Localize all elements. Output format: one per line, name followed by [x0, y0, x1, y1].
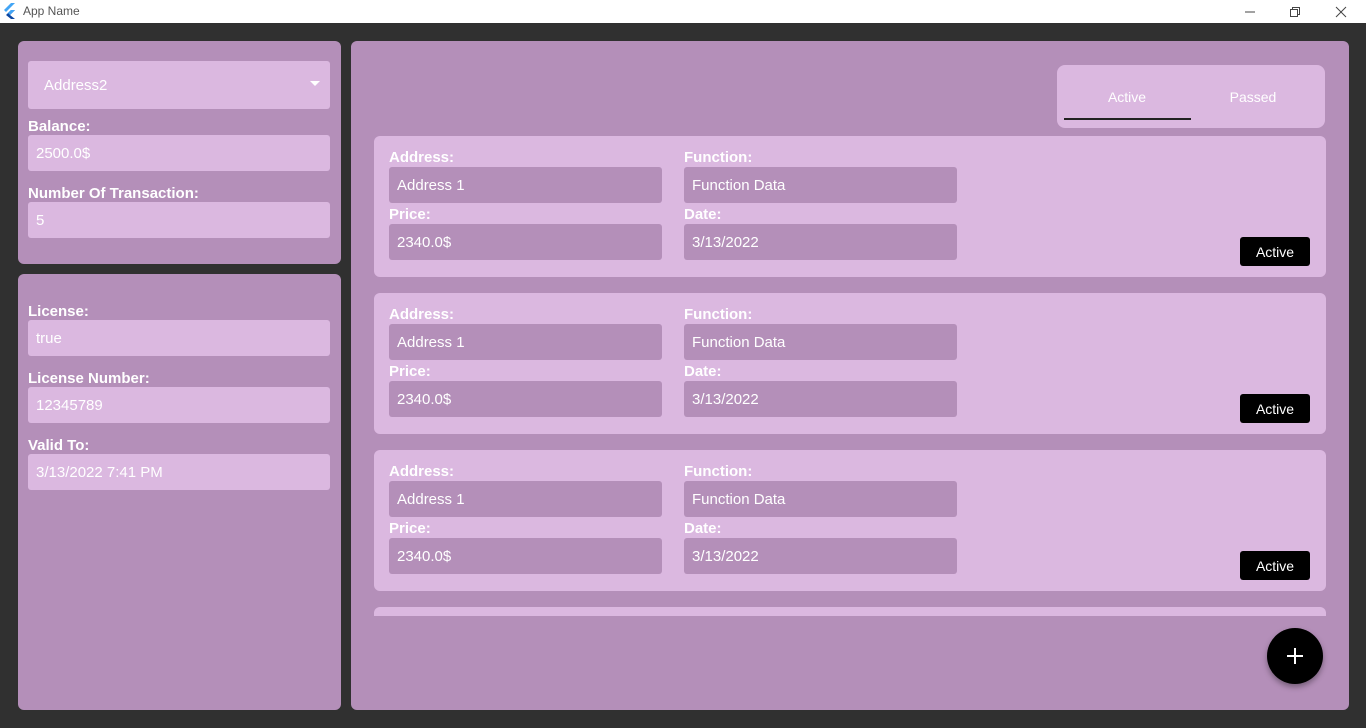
function-value: Function Data — [692, 177, 786, 194]
date-label: Date: — [684, 363, 722, 380]
date-field: 3/13/2022 — [684, 538, 957, 574]
valid-to-value: 3/13/2022 7:41 PM — [36, 464, 163, 481]
date-value: 3/13/2022 — [692, 234, 759, 251]
address-field: Address 1 — [389, 324, 662, 360]
restore-icon — [1290, 6, 1300, 17]
function-label: Function: — [684, 463, 753, 480]
license-value: true — [36, 330, 62, 347]
license-number-label: License Number: — [28, 370, 150, 387]
transaction-card: Address: Address 1 Function: Function Da… — [374, 136, 1326, 277]
license-field: true — [28, 320, 330, 356]
function-field: Function Data — [684, 167, 957, 203]
transaction-card — [374, 607, 1326, 616]
function-label: Function: — [684, 306, 753, 323]
date-field: 3/13/2022 — [684, 381, 957, 417]
price-value: 2340.0$ — [397, 234, 452, 251]
tab-indicator — [1064, 118, 1191, 120]
date-value: 3/13/2022 — [692, 391, 759, 408]
tab-bar: Active Passed — [1057, 65, 1325, 128]
price-label: Price: — [389, 520, 431, 537]
address-label: Address: — [389, 306, 455, 323]
license-number-field: 12345789 — [28, 387, 330, 423]
license-label: License: — [28, 303, 89, 320]
date-field: 3/13/2022 — [684, 224, 957, 260]
price-field: 2340.0$ — [389, 224, 662, 260]
date-label: Date: — [684, 206, 722, 223]
flutter-logo-icon — [3, 3, 17, 19]
balance-value: 2500.0$ — [36, 145, 91, 162]
window-title: App Name — [23, 4, 80, 18]
license-number-value: 12345789 — [36, 397, 103, 414]
status-badge[interactable]: Active — [1240, 394, 1310, 423]
transaction-card: Address: Address 1 Function: Function Da… — [374, 450, 1326, 591]
tab-passed[interactable]: Passed — [1190, 65, 1316, 128]
price-label: Price: — [389, 363, 431, 380]
window-titlebar: App Name — [0, 0, 1366, 23]
minimize-icon — [1245, 11, 1255, 12]
caret-down-icon — [310, 81, 320, 86]
address-field: Address 1 — [389, 481, 662, 517]
price-field: 2340.0$ — [389, 538, 662, 574]
address-dropdown-value: Address2 — [44, 77, 108, 94]
close-button[interactable] — [1318, 0, 1364, 23]
account-panel: Address2 Balance: 2500.0$ Number Of Tran… — [18, 41, 341, 264]
address-value: Address 1 — [397, 491, 465, 508]
status-badge[interactable]: Active — [1240, 551, 1310, 580]
transaction-list[interactable]: Address: Address 1 Function: Function Da… — [374, 136, 1326, 616]
function-label: Function: — [684, 149, 753, 166]
transactions-count-value: 5 — [36, 212, 45, 229]
transactions-count-field: 5 — [28, 202, 330, 238]
price-label: Price: — [389, 206, 431, 223]
address-dropdown[interactable]: Address2 — [28, 61, 330, 109]
transactions-count-label: Number Of Transaction: — [28, 185, 199, 202]
restore-button[interactable] — [1272, 0, 1318, 23]
close-icon — [1335, 6, 1347, 17]
balance-field: 2500.0$ — [28, 135, 330, 171]
add-transaction-button[interactable] — [1267, 628, 1323, 684]
transaction-card: Address: Address 1 Function: Function Da… — [374, 293, 1326, 434]
address-label: Address: — [389, 149, 455, 166]
address-value: Address 1 — [397, 334, 465, 351]
plus-icon — [1287, 648, 1303, 664]
balance-label: Balance: — [28, 118, 91, 135]
function-field: Function Data — [684, 481, 957, 517]
date-value: 3/13/2022 — [692, 548, 759, 565]
date-label: Date: — [684, 520, 722, 537]
function-value: Function Data — [692, 334, 786, 351]
function-field: Function Data — [684, 324, 957, 360]
address-field: Address 1 — [389, 167, 662, 203]
status-badge[interactable]: Active — [1240, 237, 1310, 266]
price-value: 2340.0$ — [397, 548, 452, 565]
address-label: Address: — [389, 463, 455, 480]
address-value: Address 1 — [397, 177, 465, 194]
transactions-panel: Active Passed Address: Address 1 Functio… — [351, 41, 1349, 710]
function-value: Function Data — [692, 491, 786, 508]
minimize-button[interactable] — [1227, 0, 1273, 23]
price-field: 2340.0$ — [389, 381, 662, 417]
valid-to-label: Valid To: — [28, 437, 90, 454]
valid-to-field: 3/13/2022 7:41 PM — [28, 454, 330, 490]
license-panel: License: true License Number: 12345789 V… — [18, 274, 341, 710]
price-value: 2340.0$ — [397, 391, 452, 408]
